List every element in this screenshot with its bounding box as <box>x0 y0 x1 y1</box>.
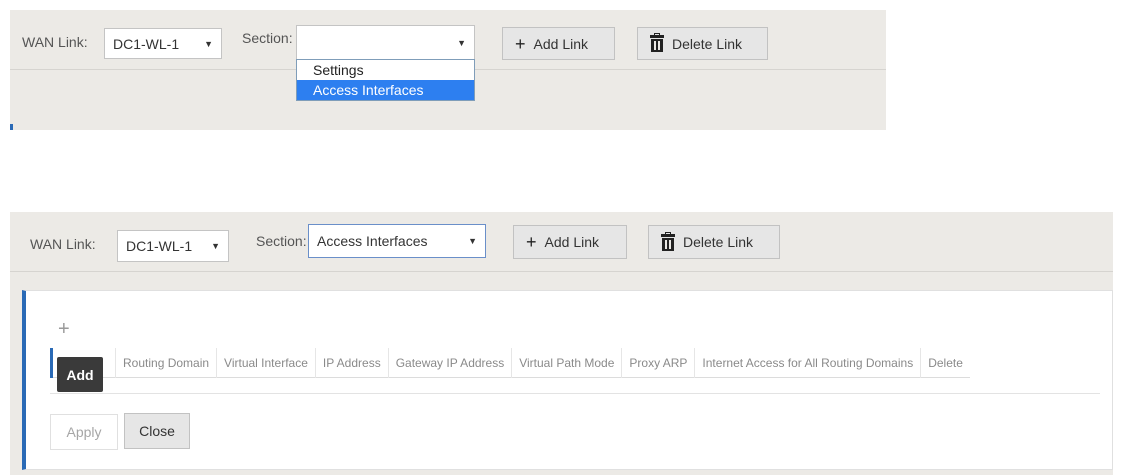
trash-icon <box>661 231 675 251</box>
column-header: Proxy ARP <box>622 348 696 378</box>
column-header: Delete <box>928 356 963 370</box>
section-select[interactable]: Access Interfaces ▼ <box>308 224 486 258</box>
add-row-icon[interactable]: + <box>58 318 70 341</box>
dropdown-option-access-interfaces[interactable]: Access Interfaces <box>297 80 474 100</box>
delete-link-button[interactable]: Delete Link <box>637 27 768 60</box>
close-button[interactable]: Close <box>124 413 190 449</box>
accent-marker <box>10 124 13 130</box>
column-header: IP Address <box>316 348 389 378</box>
section-value: Access Interfaces <box>317 233 428 249</box>
column-header: Virtual Path Mode <box>512 348 623 378</box>
wan-link-select[interactable]: DC1-WL-1 ▼ <box>104 28 222 59</box>
delete-link-label: Delete Link <box>683 234 754 250</box>
section-label: Section: <box>242 30 293 46</box>
add-link-button[interactable]: + Add Link <box>502 27 615 60</box>
caret-down-icon: ▼ <box>468 236 477 246</box>
divider <box>50 393 1100 394</box>
wan-link-label: WAN Link: <box>22 34 88 50</box>
column-header: Internet Access for All Routing Domains <box>695 348 922 378</box>
add-link-label: Add Link <box>544 234 599 250</box>
add-tooltip: Add <box>57 357 103 392</box>
section-label: Section: <box>256 233 307 249</box>
section-select[interactable]: ▼ <box>296 25 475 60</box>
wan-link-value: DC1-WL-1 <box>126 238 193 254</box>
section-dropdown-list[interactable]: Settings Access Interfaces <box>296 59 475 101</box>
trash-icon <box>650 33 664 52</box>
plus-icon: + <box>526 232 537 252</box>
apply-button[interactable]: Apply <box>50 414 118 450</box>
caret-down-icon: ▼ <box>211 241 220 251</box>
add-link-label: Add Link <box>533 35 588 52</box>
caret-down-icon: ▼ <box>204 38 213 49</box>
wan-link-value: DC1-WL-1 <box>113 35 180 52</box>
wan-link-label: WAN Link: <box>30 236 96 252</box>
delete-link-label: Delete Link <box>672 35 743 52</box>
wan-link-select[interactable]: DC1-WL-1 ▼ <box>117 230 229 262</box>
delete-link-button[interactable]: Delete Link <box>648 225 780 259</box>
plus-icon: + <box>515 33 526 54</box>
column-header: Routing Domain <box>116 348 218 378</box>
table-header: Routing Domain Virtual Interface IP Addr… <box>50 348 970 378</box>
column-header: Gateway IP Address <box>389 348 513 378</box>
dropdown-option-settings[interactable]: Settings <box>297 60 474 80</box>
add-link-button[interactable]: + Add Link <box>513 225 627 259</box>
caret-down-icon: ▼ <box>457 37 466 48</box>
column-header: Virtual Interface <box>217 348 316 378</box>
